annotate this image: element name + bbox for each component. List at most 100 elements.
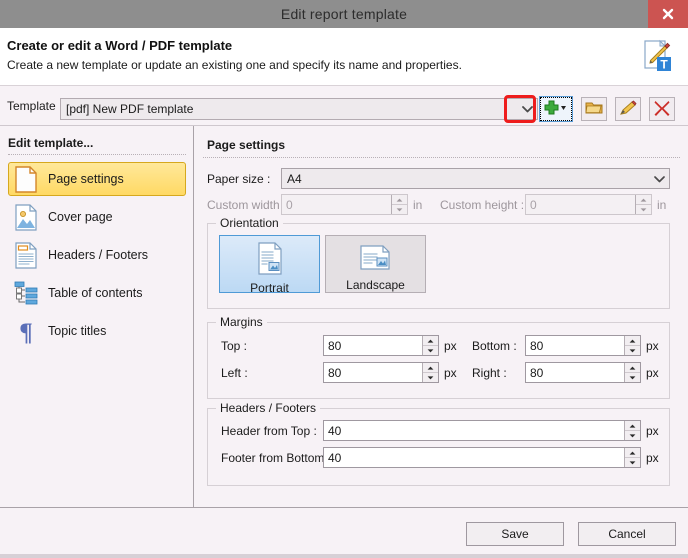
margins-group: Margins bbox=[207, 315, 670, 399]
orientation-portrait-label: Portrait bbox=[250, 281, 289, 295]
header-title: Create or edit a Word / PDF template bbox=[7, 38, 233, 53]
pilcrow-icon: ¶ bbox=[13, 316, 39, 346]
add-template-button[interactable] bbox=[539, 96, 573, 122]
margin-top-unit: px bbox=[444, 339, 457, 353]
document-edit-pencil-icon: T bbox=[636, 36, 678, 78]
margin-top-input[interactable]: 80 bbox=[323, 335, 439, 356]
margin-bottom-stepper[interactable] bbox=[624, 336, 640, 355]
sidebar-item-label: Cover page bbox=[48, 210, 113, 224]
template-label: Template : bbox=[7, 99, 63, 113]
stepper-down-icon[interactable] bbox=[636, 205, 651, 214]
custom-width-input[interactable]: 0 bbox=[281, 194, 408, 215]
margin-left-unit: px bbox=[444, 366, 457, 380]
tree-list-icon bbox=[13, 278, 39, 308]
orientation-legend: Orientation bbox=[216, 216, 283, 230]
sidebar-item-label: Headers / Footers bbox=[48, 248, 149, 262]
stepper-down-icon[interactable] bbox=[392, 205, 407, 214]
page-icon bbox=[13, 164, 39, 194]
header-from-top-label: Header from Top : bbox=[221, 424, 317, 438]
stepper-up-icon[interactable] bbox=[625, 336, 640, 346]
cover-image-icon bbox=[13, 202, 39, 232]
sidebar-item-headers-footers[interactable]: Headers / Footers bbox=[8, 238, 186, 272]
close-button[interactable] bbox=[648, 0, 688, 28]
stepper-up-icon[interactable] bbox=[625, 421, 640, 431]
margin-right-label: Right : bbox=[472, 366, 507, 380]
custom-height-stepper[interactable] bbox=[635, 195, 651, 214]
margin-left-input[interactable]: 80 bbox=[323, 362, 439, 383]
stepper-up-icon[interactable] bbox=[423, 363, 438, 373]
template-dropdown[interactable]: [pdf] New PDF template bbox=[60, 98, 538, 120]
custom-height-unit: in bbox=[657, 198, 667, 212]
stepper-up-icon[interactable] bbox=[392, 195, 407, 205]
header-from-top-stepper[interactable] bbox=[624, 421, 640, 440]
sidebar: Edit template... Page settings Cover pag… bbox=[0, 126, 194, 507]
window-title: Edit report template bbox=[280, 6, 408, 22]
page-landscape-icon bbox=[358, 242, 394, 275]
footer-from-bottom-stepper[interactable] bbox=[624, 448, 640, 467]
sidebar-item-topic-titles[interactable]: ¶ Topic titles bbox=[8, 314, 186, 348]
margin-top-value: 80 bbox=[328, 338, 342, 353]
sidebar-divider bbox=[8, 154, 186, 155]
sidebar-item-page-settings[interactable]: Page settings bbox=[8, 162, 186, 196]
orientation-landscape-label: Landscape bbox=[346, 278, 405, 292]
stepper-down-icon[interactable] bbox=[625, 346, 640, 355]
margin-left-stepper[interactable] bbox=[422, 363, 438, 382]
sidebar-item-label: Table of contents bbox=[48, 286, 143, 300]
save-button[interactable]: Save bbox=[466, 522, 564, 546]
footer-from-bottom-input[interactable]: 40 bbox=[323, 447, 641, 468]
footer-from-bottom-value: 40 bbox=[328, 450, 342, 465]
margin-left-value: 80 bbox=[328, 365, 342, 380]
margin-bottom-unit: px bbox=[646, 339, 659, 353]
sidebar-nav: Page settings Cover page Headers / Foote… bbox=[8, 162, 186, 352]
margin-bottom-input[interactable]: 80 bbox=[525, 335, 641, 356]
margin-top-label: Top : bbox=[221, 339, 248, 353]
margin-right-stepper[interactable] bbox=[624, 363, 640, 382]
orientation-group: Orientation Portrait Landscape bbox=[207, 216, 670, 309]
paper-size-label: Paper size : bbox=[207, 172, 271, 186]
chevron-down-icon[interactable] bbox=[517, 99, 537, 119]
orientation-landscape-button[interactable]: Landscape bbox=[325, 235, 426, 293]
custom-height-value: 0 bbox=[530, 197, 537, 212]
panel-title: Page settings bbox=[207, 138, 286, 152]
window-titlebar: Edit report template bbox=[0, 0, 688, 28]
stepper-up-icon[interactable] bbox=[423, 336, 438, 346]
margin-left-label: Left : bbox=[221, 366, 248, 380]
margin-right-unit: px bbox=[646, 366, 659, 380]
stepper-up-icon[interactable] bbox=[636, 195, 651, 205]
sidebar-item-table-of-contents[interactable]: Table of contents bbox=[8, 276, 186, 310]
custom-width-stepper[interactable] bbox=[391, 195, 407, 214]
stepper-down-icon[interactable] bbox=[625, 373, 640, 382]
sidebar-title: Edit template... bbox=[8, 136, 94, 150]
margin-bottom-label: Bottom : bbox=[472, 339, 517, 353]
header-subtitle: Create a new template or update an exist… bbox=[7, 58, 462, 72]
stepper-down-icon[interactable] bbox=[423, 346, 438, 355]
headers-footers-legend: Headers / Footers bbox=[216, 401, 321, 415]
panel-divider bbox=[203, 157, 680, 158]
paper-size-select[interactable]: A4 bbox=[281, 168, 670, 189]
header-from-top-value: 40 bbox=[328, 423, 342, 438]
chevron-down-icon[interactable] bbox=[649, 169, 669, 189]
cancel-button[interactable]: Cancel bbox=[578, 522, 676, 546]
page-settings-panel: Page settings Paper size : A4 Custom wid… bbox=[195, 126, 688, 507]
header-from-top-input[interactable]: 40 bbox=[323, 420, 641, 441]
plus-green-icon bbox=[544, 100, 568, 119]
custom-height-input[interactable]: 0 bbox=[525, 194, 652, 215]
red-x-icon bbox=[653, 99, 671, 120]
stepper-down-icon[interactable] bbox=[625, 458, 640, 467]
orientation-portrait-button[interactable]: Portrait bbox=[219, 235, 320, 295]
svg-text:T: T bbox=[660, 58, 668, 72]
stepper-down-icon[interactable] bbox=[423, 373, 438, 382]
rename-template-button[interactable] bbox=[615, 97, 641, 121]
open-template-button[interactable] bbox=[581, 97, 607, 121]
sidebar-item-cover-page[interactable]: Cover page bbox=[8, 200, 186, 234]
template-dropdown-value: [pdf] New PDF template bbox=[66, 102, 194, 116]
margin-right-input[interactable]: 80 bbox=[525, 362, 641, 383]
stepper-up-icon[interactable] bbox=[625, 448, 640, 458]
stepper-up-icon[interactable] bbox=[625, 363, 640, 373]
bottom-scroll-strip[interactable] bbox=[0, 554, 688, 558]
delete-template-button[interactable] bbox=[649, 97, 675, 121]
margin-top-stepper[interactable] bbox=[422, 336, 438, 355]
stepper-down-icon[interactable] bbox=[625, 431, 640, 440]
edit-report-template-dialog: Edit report template Create or edit a Wo… bbox=[0, 0, 688, 558]
page-portrait-icon bbox=[255, 242, 285, 278]
